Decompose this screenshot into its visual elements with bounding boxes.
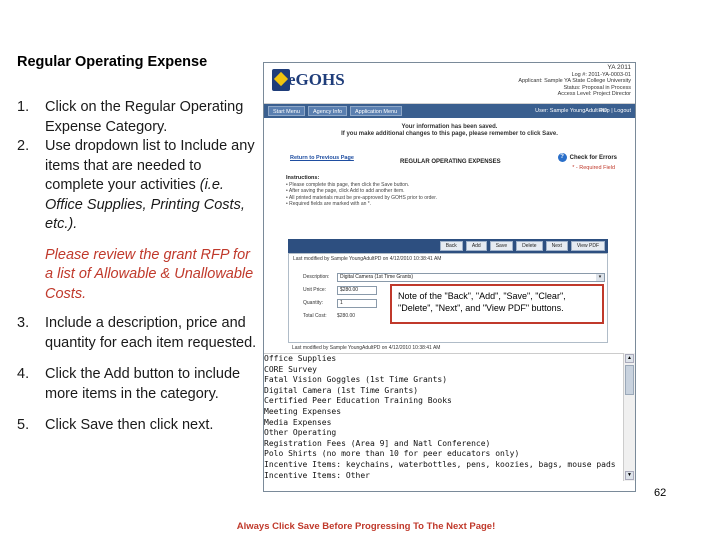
action-button-bar: Back Add Save Delete Next View PDF — [288, 239, 608, 253]
step-5: 5. Click Save then click next. — [17, 416, 257, 436]
saved-message: Your information has been saved. If you … — [264, 124, 635, 138]
step-number: 3. — [17, 315, 30, 331]
step-text: Include a description, price and quantit… — [45, 315, 257, 351]
step-text: Click on the Regular Operating Expense C… — [45, 99, 244, 135]
description-value: Digital Camera (1st Time Grants) — [340, 274, 414, 280]
nav-application-menu[interactable]: Application Menu — [350, 106, 403, 116]
nav-user: User: Sample YoungAdult PD — [535, 108, 607, 114]
saved-line-2: If you make additional changes to this p… — [341, 131, 558, 137]
dropdown-option[interactable]: Incentive Items: Other — [264, 471, 624, 482]
scroll-down-arrow-icon[interactable]: ▼ — [625, 471, 634, 480]
nav-start-menu[interactable]: Start Menu — [268, 106, 305, 116]
instruction-text: Required fields are marked with an *. — [289, 201, 372, 207]
dropdown-option[interactable]: Certified Peer Education Training Books — [264, 396, 624, 407]
app-header: eGOHS YA 2011 Log #: 2011-YA-0003-01 App… — [264, 63, 635, 104]
required-field-legend: * - Required Field — [572, 165, 615, 171]
instruction-text: Please complete this page, then click th… — [289, 181, 410, 188]
step-number: 4. — [17, 366, 30, 382]
allowable-costs-note: Please review the grant RFP for a list o… — [45, 246, 254, 302]
page-number: 62 — [654, 487, 667, 499]
step-3: 3. Include a description, price and quan… — [17, 314, 257, 353]
dropdown-option[interactable]: CORE Survey — [264, 365, 624, 376]
next-button[interactable]: Next — [545, 241, 568, 251]
dropdown-option[interactable]: Digital Camera (1st Time Grants) — [264, 386, 624, 397]
section-title: REGULAR OPERATING EXPENSES — [400, 159, 501, 165]
dropdown-option[interactable]: Office Supplies — [264, 354, 624, 365]
slide-title: Regular Operating Expense — [17, 54, 208, 70]
step-1: 1. Click on the Regular Operating Expens… — [17, 98, 257, 137]
logo-text: eGOHS — [288, 70, 345, 89]
description-label: Description: — [303, 274, 330, 280]
header-info: YA 2011 Log #: 2011-YA-0003-01 Applicant… — [518, 64, 631, 98]
view-pdf-button[interactable]: View PDF — [570, 241, 605, 251]
scroll-thumb[interactable] — [625, 365, 634, 395]
question-icon: ? — [557, 153, 567, 162]
step-2: 2. Use dropdown list to Include any item… — [17, 137, 257, 235]
dropdown-option[interactable]: Media Expenses — [264, 418, 624, 429]
nav-agency-info[interactable]: Agency Info — [308, 106, 348, 116]
dropdown-option[interactable]: Fatal Vision Goggles (1st Time Grants) — [264, 375, 624, 386]
header-access: Access Level: Project Director — [557, 91, 631, 97]
buttons-callout: Note of the "Back", "Add", "Save", "Clea… — [390, 284, 604, 324]
delete-button[interactable]: Delete — [516, 241, 543, 251]
dropdown-scrollbar[interactable]: ▲ ▼ — [623, 353, 635, 481]
step-number: 2. — [17, 138, 30, 154]
return-previous-link[interactable]: Return to Previous Page — [290, 155, 354, 161]
back-button[interactable]: Back — [439, 241, 463, 251]
step-text: Click the Add button to include more ite… — [45, 366, 241, 402]
dropdown-option[interactable]: Other Operating — [264, 428, 624, 439]
step-4: 4. Click the Add button to include more … — [17, 365, 257, 404]
egohs-screenshot: eGOHS YA 2011 Log #: 2011-YA-0003-01 App… — [263, 62, 636, 492]
instruction-line: • Required fields are marked with an *. — [286, 201, 372, 207]
nav-help-logout[interactable]: Help | Logout — [598, 106, 631, 116]
save-button[interactable]: Save — [489, 241, 514, 251]
step-number: 5. — [17, 417, 30, 433]
scroll-up-arrow-icon[interactable]: ▲ — [625, 354, 634, 363]
description-dropdown-list: Office Supplies CORE Survey Fatal Vision… — [264, 353, 624, 483]
last-modified-2: Last modified by Sample YoungAdultPD on … — [292, 345, 441, 351]
total-cost-label: Total Cost: — [303, 313, 327, 319]
instructions-box: Instructions: • Please complete this pag… — [286, 175, 616, 208]
step-text: Click Save then click next. — [45, 417, 214, 433]
egohs-logo: eGOHS — [272, 69, 345, 97]
instruction-text: After saving the page, click Add to add … — [288, 188, 405, 194]
check-errors-button[interactable]: ? Check for Errors — [557, 153, 617, 162]
header-applicant: Applicant: Sample YA State College Unive… — [518, 78, 631, 84]
dropdown-option[interactable]: Registration Fees (Area 9] and Natl Conf… — [264, 439, 624, 450]
nav-bar: Start Menu Agency Info Application Menu … — [264, 104, 635, 118]
check-errors-label: Check for Errors — [569, 154, 617, 161]
chevron-down-icon: ▾ — [596, 274, 604, 281]
unit-price-input[interactable]: $280.00 — [337, 286, 377, 295]
quantity-label: Quantity: — [303, 300, 324, 306]
dropdown-option[interactable]: Meeting Expenses — [264, 407, 624, 418]
description-select[interactable]: Digital Camera (1st Time Grants) ▾ — [337, 273, 605, 282]
quantity-input[interactable]: 1 — [337, 299, 377, 308]
footer-reminder: Always Click Save Before Progressing To … — [236, 521, 496, 532]
step-number: 1. — [17, 99, 30, 115]
instructions-column: 1. Click on the Regular Operating Expens… — [17, 98, 257, 436]
dropdown-option[interactable]: Polo Shirts (no more than 10 for peer ed… — [264, 449, 624, 460]
unit-price-label: Unit Price: — [303, 287, 327, 293]
saved-line-1: Your information has been saved. — [401, 124, 498, 130]
step-text: Use dropdown list to Include any items t… — [45, 137, 257, 235]
instruction-text: All printed materials must be pre-approv… — [288, 194, 437, 201]
last-modified: Last modified by Sample YoungAdultPD on … — [293, 256, 442, 262]
add-button[interactable]: Add — [465, 241, 487, 251]
dropdown-option[interactable]: Incentive Items: keychains, waterbottles… — [264, 460, 624, 471]
total-cost-value: $280.00 — [337, 313, 356, 319]
